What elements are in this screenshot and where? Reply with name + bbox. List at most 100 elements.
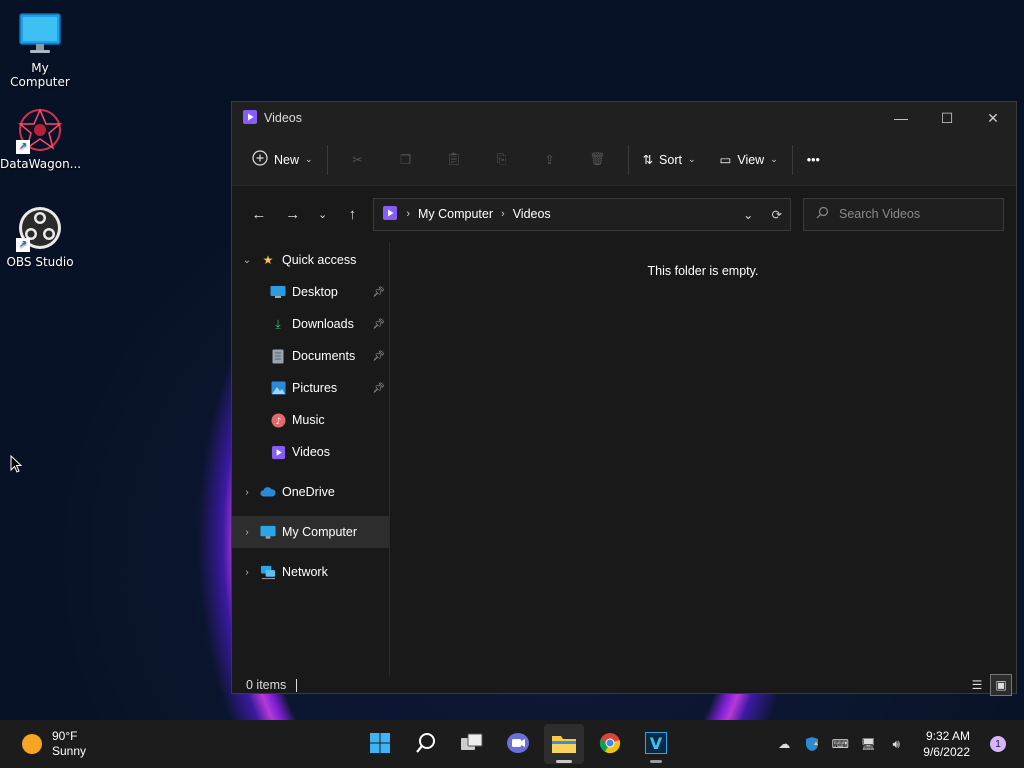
copy-button[interactable]: ❐ bbox=[382, 143, 430, 177]
search-icon bbox=[816, 206, 829, 222]
nav-item-documents[interactable]: Documents 📌︎ bbox=[232, 340, 389, 372]
system-tray: ☁ ⌨ 🖥︎ 🔊︎ 9:32 AM 9/6/2022 1 bbox=[775, 728, 1024, 760]
chevron-down-icon: ⌄ bbox=[317, 208, 328, 221]
rename-button[interactable]: ⎘ bbox=[478, 143, 526, 177]
chevron-right-icon[interactable]: › bbox=[240, 487, 254, 498]
up-button[interactable]: ↑ bbox=[337, 199, 367, 229]
obs-studio-icon: ↗ bbox=[16, 204, 64, 252]
desktop-icon-datawagon[interactable]: ↗ DataWagon... bbox=[0, 106, 81, 171]
large-icons-view-icon: ▣ bbox=[995, 678, 1007, 692]
back-button[interactable]: ← bbox=[244, 199, 274, 229]
nav-item-videos[interactable]: Videos bbox=[232, 436, 389, 468]
weather-widget[interactable]: 90°F Sunny bbox=[22, 729, 86, 759]
desktop-icon-my-computer[interactable]: My Computer bbox=[0, 10, 80, 89]
v-app-taskbar-button[interactable]: V bbox=[636, 724, 676, 764]
title-bar[interactable]: Videos — ☐ ✕ bbox=[232, 102, 1016, 134]
downloads-folder-icon: ⤓ bbox=[275, 316, 281, 331]
search-input[interactable]: Search Videos bbox=[839, 207, 920, 221]
nav-item-pictures[interactable]: Pictures 📌︎ bbox=[232, 372, 389, 404]
sort-button[interactable]: ⇅ Sort ⌄ bbox=[635, 143, 704, 177]
svg-text:V: V bbox=[650, 734, 663, 753]
onedrive-offline-icon[interactable]: ☁ bbox=[775, 735, 793, 753]
pin-icon: 📌︎ bbox=[372, 382, 385, 394]
svg-text:♪: ♪ bbox=[275, 417, 281, 427]
minimize-button[interactable]: — bbox=[878, 102, 924, 134]
delete-button[interactable]: 🗑︎ bbox=[574, 143, 622, 177]
refresh-icon[interactable]: ⟳ bbox=[772, 207, 782, 222]
file-explorer-window: Videos — ☐ ✕ New ⌄ ✂ ❐ 📋︎ ⎘ ⇪ 🗑︎ ⇅ Sort … bbox=[231, 101, 1017, 696]
close-button[interactable]: ✕ bbox=[970, 102, 1016, 134]
breadcrumb-videos[interactable]: Videos bbox=[513, 207, 551, 221]
windows-security-icon[interactable] bbox=[803, 735, 821, 753]
window-title: Videos bbox=[264, 111, 302, 125]
paste-button[interactable]: 📋︎ bbox=[430, 143, 478, 177]
chat-button[interactable] bbox=[498, 724, 538, 764]
nav-item-label: Documents bbox=[292, 349, 356, 363]
status-separator bbox=[296, 678, 298, 692]
nav-item-label: Desktop bbox=[292, 285, 338, 299]
file-explorer-taskbar-button[interactable] bbox=[544, 724, 584, 764]
volume-icon[interactable]: 🔊︎ bbox=[887, 735, 905, 753]
delete-icon: 🗑︎ bbox=[589, 152, 606, 166]
nav-item-label: Pictures bbox=[292, 381, 338, 395]
recent-locations-button[interactable]: ⌄ bbox=[308, 199, 338, 229]
address-bar[interactable]: › My Computer › Videos ⌄ ⟳ bbox=[373, 197, 792, 231]
large-icons-view-button[interactable]: ▣ bbox=[990, 674, 1012, 696]
music-folder-icon: ♪ bbox=[270, 412, 286, 428]
paste-icon: 📋︎ bbox=[445, 152, 462, 166]
details-view-button[interactable]: ☰ bbox=[966, 674, 988, 696]
item-count: 0 items bbox=[246, 678, 287, 692]
nav-item-label: Quick access bbox=[282, 253, 357, 267]
nav-item-music[interactable]: ♪ Music bbox=[232, 404, 389, 436]
view-button[interactable]: ▭ View ⌄ bbox=[712, 143, 786, 177]
nav-item-label: My Computer bbox=[282, 525, 358, 539]
chevron-right-icon[interactable]: › bbox=[240, 527, 254, 538]
clock[interactable]: 9:32 AM 9/6/2022 bbox=[923, 728, 970, 760]
star-icon: ★ bbox=[262, 253, 274, 267]
v-app-icon: V bbox=[645, 731, 667, 757]
nav-network[interactable]: › Network bbox=[232, 556, 389, 588]
more-options-button[interactable]: ••• bbox=[799, 143, 828, 177]
nav-onedrive[interactable]: › OneDrive bbox=[232, 476, 389, 508]
task-view-button[interactable] bbox=[452, 724, 492, 764]
chevron-down-icon[interactable]: ⌄ bbox=[240, 255, 254, 266]
shortcut-arrow-icon: ↗ bbox=[16, 140, 30, 154]
new-button-label: New bbox=[274, 152, 300, 167]
chrome-icon bbox=[599, 732, 621, 757]
nav-my-computer[interactable]: › My Computer bbox=[232, 516, 389, 548]
breadcrumb-separator: › bbox=[406, 208, 410, 220]
nav-quick-access[interactable]: ⌄ ★ Quick access bbox=[232, 244, 389, 276]
keyboard-icon[interactable]: ⌨ bbox=[831, 735, 849, 753]
new-button[interactable]: New ⌄ bbox=[244, 143, 321, 177]
weather-temperature: 90°F bbox=[52, 729, 78, 743]
chevron-down-icon: ⌄ bbox=[770, 154, 778, 164]
nav-item-label: Videos bbox=[292, 445, 330, 459]
cut-button[interactable]: ✂ bbox=[334, 143, 382, 177]
start-icon bbox=[369, 732, 391, 757]
breadcrumb-my-computer[interactable]: My Computer bbox=[418, 207, 493, 221]
nav-item-downloads[interactable]: ⤓ Downloads 📌︎ bbox=[232, 308, 389, 340]
taskbar-search-button[interactable] bbox=[406, 724, 446, 764]
chevron-right-icon[interactable]: › bbox=[240, 567, 254, 578]
running-indicator bbox=[556, 760, 572, 763]
file-list-area[interactable]: This folder is empty. bbox=[390, 242, 1016, 676]
address-dropdown-icon[interactable]: ⌄ bbox=[743, 207, 753, 222]
start-button[interactable] bbox=[360, 724, 400, 764]
search-box[interactable]: Search Videos bbox=[803, 197, 1004, 231]
chrome-taskbar-button[interactable] bbox=[590, 724, 630, 764]
navigation-pane: ⌄ ★ Quick access Desktop 📌︎ ⤓ Downloads … bbox=[232, 242, 390, 676]
notification-badge[interactable]: 1 bbox=[990, 736, 1006, 752]
documents-folder-icon bbox=[270, 348, 286, 364]
sort-icon: ⇅ bbox=[642, 153, 654, 167]
taskbar-apps: V bbox=[360, 724, 676, 764]
nav-item-desktop[interactable]: Desktop 📌︎ bbox=[232, 276, 389, 308]
rename-icon: ⎘ bbox=[496, 152, 507, 166]
chevron-down-icon: ⌄ bbox=[305, 154, 313, 164]
forward-button[interactable]: → bbox=[278, 199, 308, 229]
network-status-icon[interactable]: 🖥︎ bbox=[859, 735, 877, 753]
desktop-icon-obs-studio[interactable]: ↗ OBS Studio bbox=[0, 204, 80, 269]
monitor-icon bbox=[16, 10, 64, 58]
share-button[interactable]: ⇪ bbox=[526, 143, 574, 177]
breadcrumb-separator: › bbox=[501, 208, 505, 220]
maximize-button[interactable]: ☐ bbox=[924, 102, 970, 134]
